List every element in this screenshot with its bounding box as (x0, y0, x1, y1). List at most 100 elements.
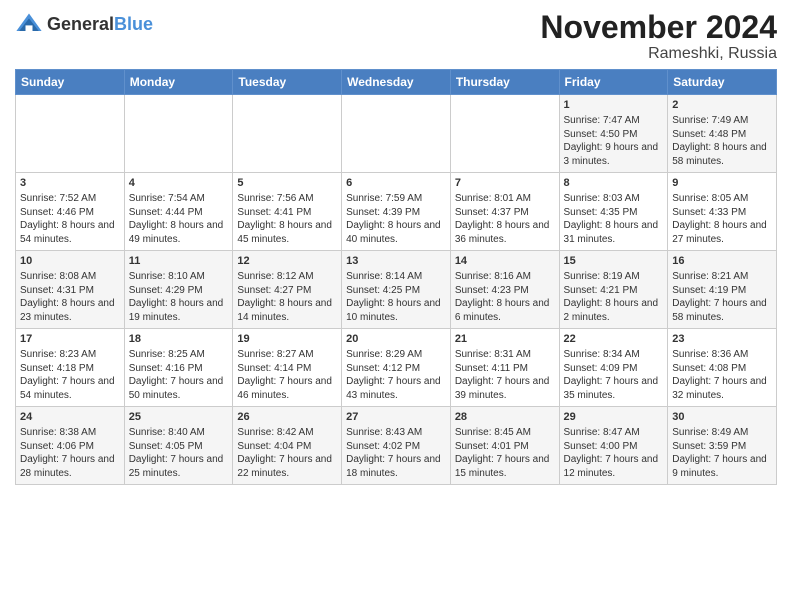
sunset-28: Sunset: 4:01 PM (455, 440, 555, 454)
daylight-25: Daylight: 7 hours and 25 minutes. (129, 453, 229, 480)
logo-blue: Blue (114, 14, 153, 34)
sunrise-15: Sunrise: 8:19 AM (564, 270, 664, 284)
calendar-header-sunday: Sunday (16, 70, 125, 95)
calendar-cell-7: 7Sunrise: 8:01 AMSunset: 4:37 PMDaylight… (450, 173, 559, 251)
day-number-13: 13 (346, 254, 446, 269)
day-number-29: 29 (564, 410, 664, 425)
calendar-cell-10: 10Sunrise: 8:08 AMSunset: 4:31 PMDayligh… (16, 251, 125, 329)
daylight-23: Daylight: 7 hours and 32 minutes. (672, 375, 772, 402)
day-number-25: 25 (129, 410, 229, 425)
sunset-8: Sunset: 4:35 PM (564, 206, 664, 220)
daylight-5: Daylight: 8 hours and 45 minutes. (237, 219, 337, 246)
calendar-cell-16: 16Sunrise: 8:21 AMSunset: 4:19 PMDayligh… (668, 251, 777, 329)
sunset-20: Sunset: 4:12 PM (346, 362, 446, 376)
calendar-cell-26: 26Sunrise: 8:42 AMSunset: 4:04 PMDayligh… (233, 407, 342, 485)
calendar-cell-2: 2Sunrise: 7:49 AMSunset: 4:48 PMDaylight… (668, 95, 777, 173)
calendar-cell-11: 11Sunrise: 8:10 AMSunset: 4:29 PMDayligh… (124, 251, 233, 329)
day-number-9: 9 (672, 176, 772, 191)
calendar-cell-6: 6Sunrise: 7:59 AMSunset: 4:39 PMDaylight… (342, 173, 451, 251)
daylight-22: Daylight: 7 hours and 35 minutes. (564, 375, 664, 402)
sunset-27: Sunset: 4:02 PM (346, 440, 446, 454)
calendar-header-wednesday: Wednesday (342, 70, 451, 95)
sunset-15: Sunset: 4:21 PM (564, 284, 664, 298)
daylight-17: Daylight: 7 hours and 54 minutes. (20, 375, 120, 402)
sunset-1: Sunset: 4:50 PM (564, 128, 664, 142)
calendar-cell-14: 14Sunrise: 8:16 AMSunset: 4:23 PMDayligh… (450, 251, 559, 329)
logo: GeneralBlue (15, 10, 153, 38)
sunrise-5: Sunrise: 7:56 AM (237, 192, 337, 206)
sunrise-6: Sunrise: 7:59 AM (346, 192, 446, 206)
sunrise-12: Sunrise: 8:12 AM (237, 270, 337, 284)
daylight-29: Daylight: 7 hours and 12 minutes. (564, 453, 664, 480)
daylight-6: Daylight: 8 hours and 40 minutes. (346, 219, 446, 246)
daylight-9: Daylight: 8 hours and 27 minutes. (672, 219, 772, 246)
calendar-cell-1: 1Sunrise: 7:47 AMSunset: 4:50 PMDaylight… (559, 95, 668, 173)
day-number-1: 1 (564, 98, 664, 113)
daylight-14: Daylight: 8 hours and 6 minutes. (455, 297, 555, 324)
calendar-cell-9: 9Sunrise: 8:05 AMSunset: 4:33 PMDaylight… (668, 173, 777, 251)
sunset-13: Sunset: 4:25 PM (346, 284, 446, 298)
calendar-cell-empty (16, 95, 125, 173)
daylight-2: Daylight: 8 hours and 58 minutes. (672, 141, 772, 168)
sunrise-29: Sunrise: 8:47 AM (564, 426, 664, 440)
sunset-16: Sunset: 4:19 PM (672, 284, 772, 298)
sunrise-2: Sunrise: 7:49 AM (672, 114, 772, 128)
sunrise-22: Sunrise: 8:34 AM (564, 348, 664, 362)
calendar-cell-25: 25Sunrise: 8:40 AMSunset: 4:05 PMDayligh… (124, 407, 233, 485)
day-number-6: 6 (346, 176, 446, 191)
day-number-16: 16 (672, 254, 772, 269)
sunrise-19: Sunrise: 8:27 AM (237, 348, 337, 362)
sunset-26: Sunset: 4:04 PM (237, 440, 337, 454)
calendar-cell-20: 20Sunrise: 8:29 AMSunset: 4:12 PMDayligh… (342, 329, 451, 407)
calendar-week-4: 24Sunrise: 8:38 AMSunset: 4:06 PMDayligh… (16, 407, 777, 485)
daylight-16: Daylight: 7 hours and 58 minutes. (672, 297, 772, 324)
sunrise-25: Sunrise: 8:40 AM (129, 426, 229, 440)
sunrise-11: Sunrise: 8:10 AM (129, 270, 229, 284)
calendar-cell-24: 24Sunrise: 8:38 AMSunset: 4:06 PMDayligh… (16, 407, 125, 485)
day-number-8: 8 (564, 176, 664, 191)
daylight-20: Daylight: 7 hours and 43 minutes. (346, 375, 446, 402)
calendar-cell-empty (342, 95, 451, 173)
calendar-header-tuesday: Tuesday (233, 70, 342, 95)
sunset-21: Sunset: 4:11 PM (455, 362, 555, 376)
day-number-20: 20 (346, 332, 446, 347)
sunset-24: Sunset: 4:06 PM (20, 440, 120, 454)
calendar-header-friday: Friday (559, 70, 668, 95)
calendar-cell-4: 4Sunrise: 7:54 AMSunset: 4:44 PMDaylight… (124, 173, 233, 251)
sunrise-13: Sunrise: 8:14 AM (346, 270, 446, 284)
calendar-week-1: 3Sunrise: 7:52 AMSunset: 4:46 PMDaylight… (16, 173, 777, 251)
daylight-24: Daylight: 7 hours and 28 minutes. (20, 453, 120, 480)
sunrise-1: Sunrise: 7:47 AM (564, 114, 664, 128)
sunrise-27: Sunrise: 8:43 AM (346, 426, 446, 440)
sunrise-3: Sunrise: 7:52 AM (20, 192, 120, 206)
sunrise-21: Sunrise: 8:31 AM (455, 348, 555, 362)
sunset-2: Sunset: 4:48 PM (672, 128, 772, 142)
calendar-cell-13: 13Sunrise: 8:14 AMSunset: 4:25 PMDayligh… (342, 251, 451, 329)
sunset-14: Sunset: 4:23 PM (455, 284, 555, 298)
day-number-17: 17 (20, 332, 120, 347)
calendar-cell-empty (233, 95, 342, 173)
calendar-header-saturday: Saturday (668, 70, 777, 95)
day-number-15: 15 (564, 254, 664, 269)
calendar-header-monday: Monday (124, 70, 233, 95)
day-number-4: 4 (129, 176, 229, 191)
calendar-header-row: SundayMondayTuesdayWednesdayThursdayFrid… (16, 70, 777, 95)
sunrise-4: Sunrise: 7:54 AM (129, 192, 229, 206)
calendar-cell-3: 3Sunrise: 7:52 AMSunset: 4:46 PMDaylight… (16, 173, 125, 251)
daylight-11: Daylight: 8 hours and 19 minutes. (129, 297, 229, 324)
sunset-17: Sunset: 4:18 PM (20, 362, 120, 376)
sunset-22: Sunset: 4:09 PM (564, 362, 664, 376)
logo-icon (15, 10, 43, 38)
day-number-21: 21 (455, 332, 555, 347)
calendar-cell-23: 23Sunrise: 8:36 AMSunset: 4:08 PMDayligh… (668, 329, 777, 407)
calendar-cell-30: 30Sunrise: 8:49 AMSunset: 3:59 PMDayligh… (668, 407, 777, 485)
sunrise-18: Sunrise: 8:25 AM (129, 348, 229, 362)
day-number-3: 3 (20, 176, 120, 191)
sunset-7: Sunset: 4:37 PM (455, 206, 555, 220)
sunset-9: Sunset: 4:33 PM (672, 206, 772, 220)
sunset-29: Sunset: 4:00 PM (564, 440, 664, 454)
calendar-cell-19: 19Sunrise: 8:27 AMSunset: 4:14 PMDayligh… (233, 329, 342, 407)
sunrise-30: Sunrise: 8:49 AM (672, 426, 772, 440)
day-number-5: 5 (237, 176, 337, 191)
day-number-14: 14 (455, 254, 555, 269)
